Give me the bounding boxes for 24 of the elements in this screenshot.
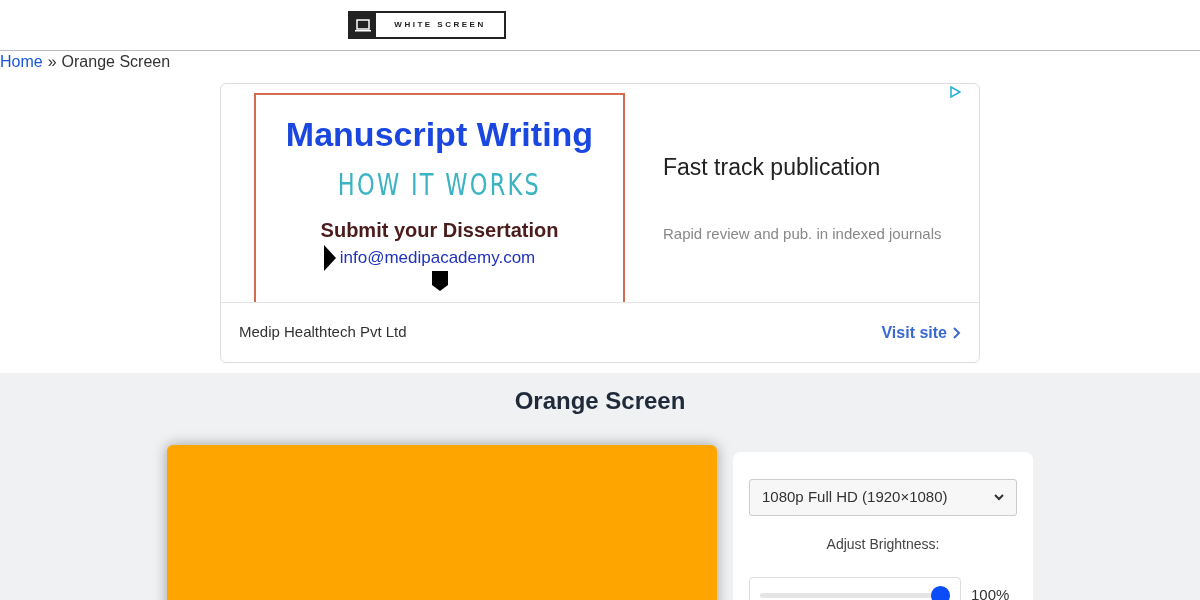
banner-text: Submit your Dissertation [320, 218, 559, 243]
ad-banner[interactable]: Manuscript Writing HOW IT WORKS Submit your Dissertation info@medipacademy.com [254, 93, 625, 302]
laptop-icon [354, 18, 372, 32]
ad-description: Rapid review and pub. in indexed journals [663, 223, 943, 244]
chevron-down-icon [994, 494, 1004, 501]
page-title: Orange Screen [514, 386, 686, 416]
banner-headline: Manuscript Writing [285, 114, 594, 155]
slider-thumb[interactable] [931, 585, 950, 600]
banner-email: info@medipacademy.com [339, 247, 536, 270]
site-logo[interactable]: WHITE SCREEN [348, 11, 506, 39]
visit-site-link[interactable]: Visit site [881, 320, 961, 345]
resolution-select[interactable]: 1080p Full HD (1920×1080) [749, 479, 1017, 516]
chevron-right-icon [953, 326, 961, 339]
brightness-value: 100% [971, 584, 1010, 600]
ad-title[interactable]: Fast track publication [663, 150, 979, 185]
home-link[interactable]: Home [0, 50, 43, 74]
breadcrumb-current: Orange Screen [61, 52, 171, 72]
advertiser-name: Medip Healthtech Pvt Ltd [239, 322, 407, 343]
color-screen[interactable] [167, 445, 717, 600]
ad-card[interactable]: Manuscript Writing HOW IT WORKS Submit your Dissertation info@medipacademy.com Fast track publication Rapid review and pub. in indexed journals Medip Healthtech Pvt Ltd Visit site [220, 83, 980, 363]
logo-text: WHITE SCREEN [393, 19, 487, 31]
breadcrumb-separator: » [47, 52, 57, 72]
banner-subhead: HOW IT WORKS [337, 166, 542, 204]
brightness-label: Adjust Brightness: [826, 535, 940, 554]
